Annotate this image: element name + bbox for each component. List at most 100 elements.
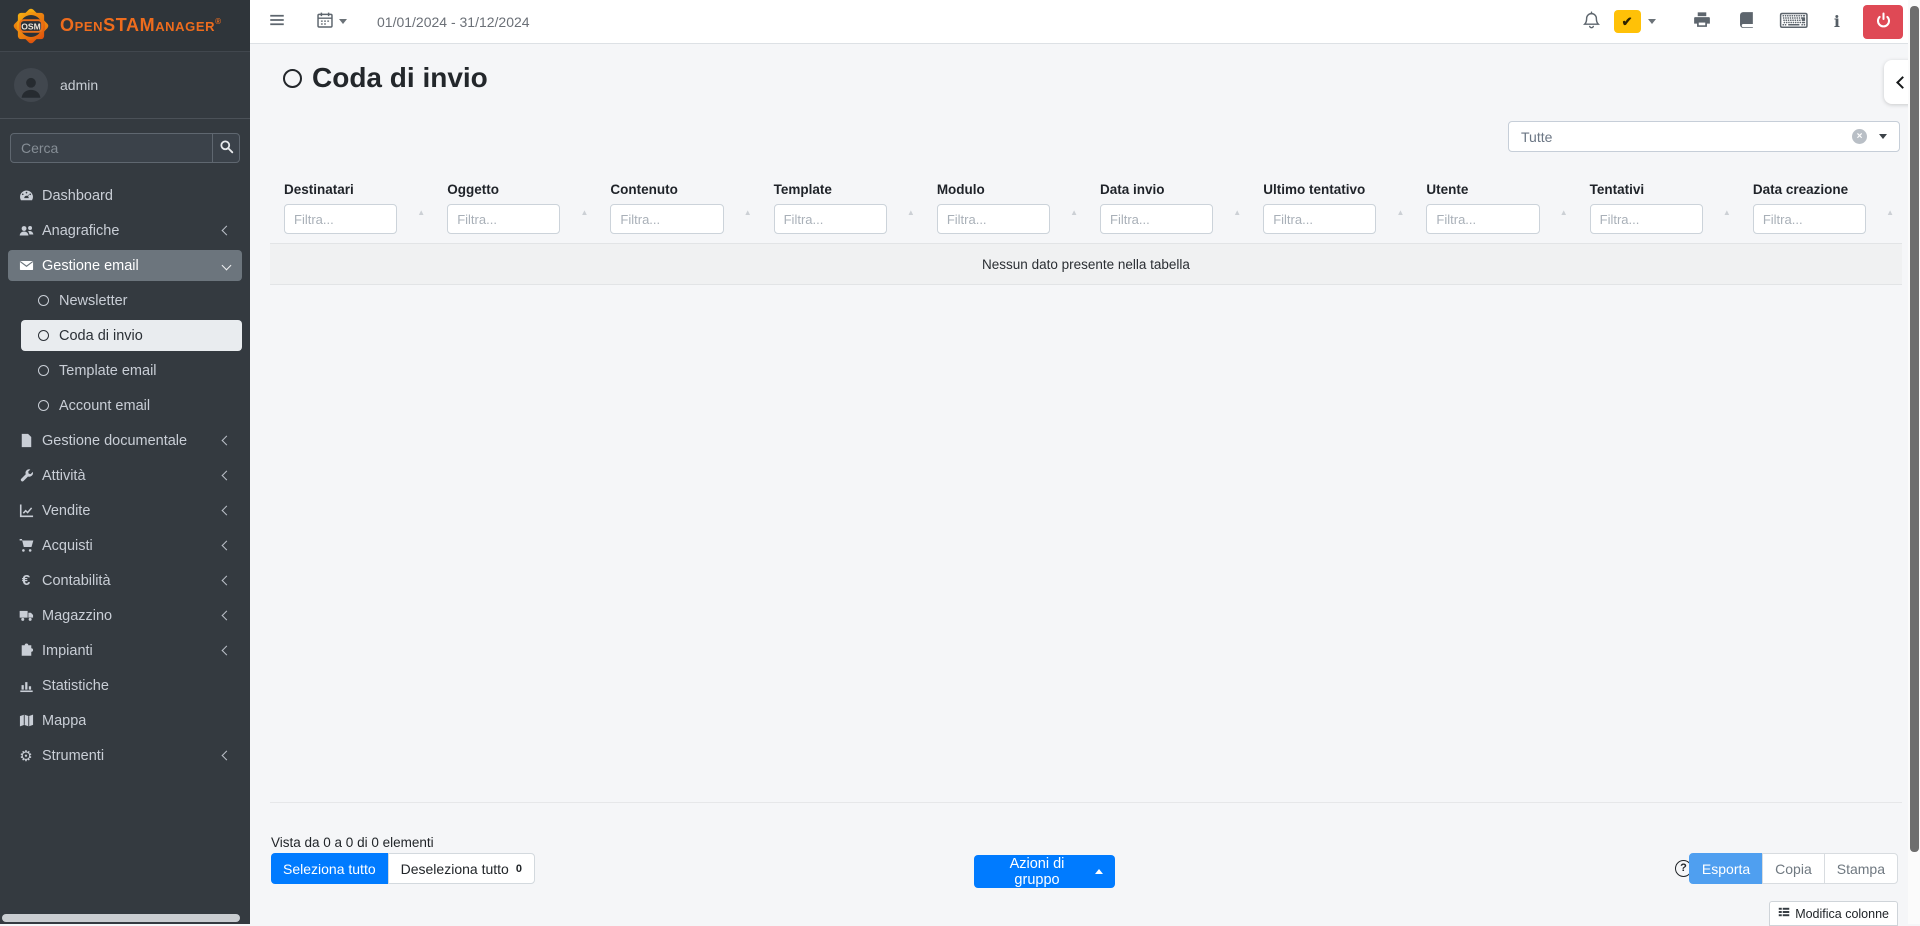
column-header-label[interactable]: Utente [1426,182,1561,197]
tasks-status-button[interactable]: ✔ [1614,10,1641,33]
filter-input-modulo[interactable] [937,204,1050,234]
sidebar-item-acquisti[interactable]: Acquisti [8,530,242,561]
sidebar-item-account-email[interactable]: Account email [21,390,242,421]
search-button[interactable] [212,134,239,162]
sidebar-item-dashboard[interactable]: Dashboard [8,180,242,211]
sidebar-item-label: Acquisti [42,538,93,554]
document-icon [18,433,34,449]
user-avatar[interactable] [14,68,48,102]
dashboard-icon [18,188,34,204]
sort-icon[interactable]: ▲ [744,208,752,217]
print-table-button[interactable]: Stampa [1824,853,1898,884]
column-header-label[interactable]: Ultimo tentativo [1263,182,1398,197]
edit-columns-button[interactable]: Modifica colonne [1769,901,1898,926]
chevron-down-icon [222,261,232,271]
column-header-label[interactable]: Contenuto [610,182,745,197]
logout-button[interactable] [1863,5,1903,39]
circle-icon [35,293,51,309]
chevron-left-icon [222,611,232,621]
sidebar-item-magazzino[interactable]: Magazzino [8,600,242,631]
column-header-label[interactable]: Template [774,182,909,197]
page-title: Coda di invio [283,62,488,94]
clear-selection-icon[interactable]: × [1852,129,1867,144]
sidebar-item-anagrafiche[interactable]: Anagrafiche [8,215,242,246]
sidebar-search [10,133,240,163]
keyboard-icon[interactable]: ⌨ [1779,11,1809,32]
select-all-button[interactable]: Seleziona tutto [271,853,388,884]
truck-icon [18,608,34,624]
sidebar-item-statistiche[interactable]: Statistiche [8,670,242,701]
filter-input-template[interactable] [774,204,887,234]
info-icon[interactable]: i [1828,12,1846,31]
chevron-left-icon [222,646,232,656]
chevron-up-icon [1095,869,1103,874]
sort-icon[interactable]: ▲ [1886,208,1894,217]
sidebar-item-attivit[interactable]: Attività [8,460,242,491]
sidebar-item-gestione-documentale[interactable]: Gestione documentale [8,425,242,456]
column-header-label[interactable]: Tentativi [1590,182,1725,197]
chevron-down-icon [339,19,347,24]
filter-input-tentativi[interactable] [1590,204,1703,234]
sidebar-item-contabilit[interactable]: €Contabilità [8,565,242,596]
print-button[interactable] [1689,7,1715,36]
sidebar-item-strumenti[interactable]: ⚙Strumenti [8,740,242,771]
sidebar-item-label: Dashboard [42,188,113,204]
sidebar-horizontal-scrollbar[interactable] [2,914,240,922]
sort-icon[interactable]: ▲ [1723,208,1731,217]
menu-toggle-button[interactable] [264,7,290,36]
column-header-label[interactable]: Destinatari [284,182,419,197]
sort-icon[interactable]: ▲ [1397,208,1405,217]
copy-button[interactable]: Copia [1762,853,1825,884]
date-range[interactable]: 01/01/2024 - 31/12/2024 [377,14,530,30]
sidebar-item-label: Coda di invio [59,328,143,344]
export-button[interactable]: Esporta [1689,853,1763,884]
filter-input-contenuto[interactable] [610,204,723,234]
sidebar-item-label: Magazzino [42,608,112,624]
column-ultimo-tentativo: Ultimo tentativo ▲ [1249,182,1412,234]
sidebar-item-mappa[interactable]: Mappa [8,705,242,736]
group-actions-button[interactable]: Azioni di gruppo [974,855,1115,888]
user-name[interactable]: admin [60,77,98,93]
sidebar-item-coda-di-invio[interactable]: Coda di invio [21,320,242,351]
chevron-down-icon[interactable] [1648,19,1656,24]
filter-input-data-creazione[interactable] [1753,204,1866,234]
sidebar-item-template-email[interactable]: Template email [21,355,242,386]
sort-icon[interactable]: ▲ [580,208,588,217]
sidebar-item-newsletter[interactable]: Newsletter [21,285,242,316]
wrench-icon [18,468,34,484]
sidebar-item-impianti[interactable]: Impianti [8,635,242,666]
table-footer-actions: Seleziona tutto Deseleziona tutto 0 Azio… [270,853,1898,884]
calendar-button[interactable] [312,7,351,36]
column-header-label[interactable]: Oggetto [447,182,582,197]
docs-button[interactable] [1734,7,1760,36]
page-scrollbar[interactable] [1908,0,1920,924]
deselect-all-button[interactable]: Deseleziona tutto 0 [388,853,535,884]
sort-icon[interactable]: ▲ [1233,208,1241,217]
sort-icon[interactable]: ▲ [417,208,425,217]
column-header-label[interactable]: Data creazione [1753,182,1888,197]
brand-link[interactable]: OSM OpenSTAManager® [0,0,250,52]
sort-icon[interactable]: ▲ [907,208,915,217]
notifications-button[interactable] [1578,7,1605,37]
column-header-label[interactable]: Modulo [937,182,1072,197]
filter-input-destinatari[interactable] [284,204,397,234]
column-header-label[interactable]: Data invio [1100,182,1235,197]
table-header-row: Destinatari ▲ Oggetto ▲ Contenuto ▲ Template ▲ M… [270,182,1902,234]
column-tentativi: Tentativi ▲ [1576,182,1739,234]
app-logo-gear-icon: OSM [10,5,52,47]
hamburger-icon [268,11,286,32]
sidebar-item-vendite[interactable]: Vendite [8,495,242,526]
search-input[interactable] [11,134,212,162]
filter-input-ultimo-tentativo[interactable] [1263,204,1376,234]
sidebar-item-label: Impianti [42,643,93,659]
filter-input-utente[interactable] [1426,204,1539,234]
filter-input-oggetto[interactable] [447,204,560,234]
sidebar-item-gestione-email[interactable]: Gestione email [8,250,242,281]
sort-icon[interactable]: ▲ [1560,208,1568,217]
sort-icon[interactable]: ▲ [1070,208,1078,217]
export-button-group: Esporta Copia Stampa [1690,853,1898,884]
scrollbar-thumb[interactable] [1910,6,1919,852]
filter-input-data-invio[interactable] [1100,204,1213,234]
column-utente: Utente ▲ [1412,182,1575,234]
module-filter-select[interactable]: Tutte × [1508,121,1900,152]
